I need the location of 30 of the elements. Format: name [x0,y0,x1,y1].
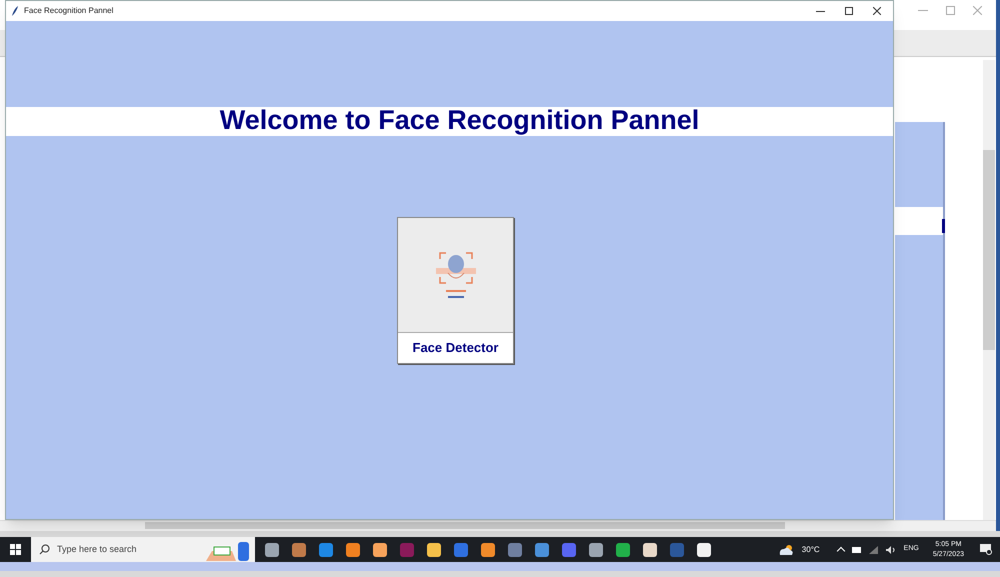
taskbar-app-icon[interactable] [697,542,711,556]
close-button[interactable] [873,7,881,15]
taskbar-app-icon[interactable] [643,542,657,556]
search-icon [39,544,50,555]
search-field[interactable]: Type here to search [31,537,255,562]
notification-icon[interactable] [980,544,992,555]
search-placeholder: Type here to search [57,542,137,556]
speaker-icon[interactable] [886,546,896,554]
scrollbar-thumb[interactable] [145,522,785,529]
heading: Welcome to Face Recognition Pannel [220,107,700,134]
weather-cloud-icon [778,544,794,555]
taskbar-app-icon[interactable] [373,542,387,556]
taskbar-app-icon[interactable] [265,542,279,556]
window-title: Face Recognition Pannel [24,5,114,17]
maximize-button[interactable] [845,7,853,15]
taskbar-app-icon[interactable] [481,542,495,556]
weather-temperature: 30°C [802,544,820,556]
taskbar-app-icon[interactable] [427,542,441,556]
panel-band [895,207,943,235]
button-label: Face Detector [412,339,500,358]
battery-icon[interactable] [852,546,861,552]
face-detector-button[interactable]: Face Detector [397,217,514,364]
taskbar-app-icon[interactable] [589,542,603,556]
taskbar-app-icon[interactable] [616,542,630,556]
feather-icon [12,6,19,16]
scrollbar-thumb[interactable] [983,150,995,350]
minimize-button[interactable] [816,10,825,12]
taskbar-app-icon[interactable] [346,542,360,556]
windows-logo-icon [10,544,21,555]
network-icon[interactable] [868,546,878,554]
